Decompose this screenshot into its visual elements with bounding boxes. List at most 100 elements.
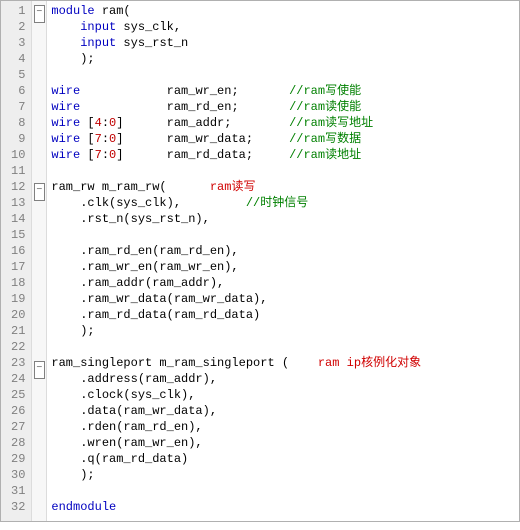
- code-line[interactable]: [51, 339, 519, 355]
- line-number: 29: [11, 451, 25, 467]
- code-line[interactable]: wire [7:0] ram_rd_data; //ram读地址: [51, 147, 519, 163]
- line-number: 2: [11, 19, 25, 35]
- code-line[interactable]: [51, 67, 519, 83]
- code-line[interactable]: .data(ram_wr_data),: [51, 403, 519, 419]
- fold-cell[interactable]: −: [32, 183, 46, 199]
- line-number: 10: [11, 147, 25, 163]
- code-line[interactable]: input sys_clk,: [51, 19, 519, 35]
- line-number: 30: [11, 467, 25, 483]
- text-token: );: [51, 468, 94, 482]
- line-number: 5: [11, 67, 25, 83]
- code-line[interactable]: .rden(ram_rd_en),: [51, 419, 519, 435]
- text-token: ] ram_wr_data;: [116, 132, 289, 146]
- keyword-token: wire: [51, 132, 80, 146]
- text-token: .clk(sys_clk),: [51, 196, 245, 210]
- code-line[interactable]: [51, 227, 519, 243]
- line-number: 4: [11, 51, 25, 67]
- code-line[interactable]: .rst_n(sys_rst_n),: [51, 211, 519, 227]
- fold-cell: [32, 101, 46, 117]
- code-line[interactable]: [51, 483, 519, 499]
- fold-cell: [32, 489, 46, 505]
- line-number: 11: [11, 163, 25, 179]
- code-line[interactable]: ram_singleport m_ram_singleport ( ram ip…: [51, 355, 519, 371]
- code-line[interactable]: wire ram_wr_en; //ram写使能: [51, 83, 519, 99]
- text-token: );: [51, 52, 94, 66]
- line-number-gutter: 1234567891011121314151617181920212223242…: [1, 1, 32, 521]
- line-number: 18: [11, 275, 25, 291]
- code-line[interactable]: .clk(sys_clk), //时钟信号: [51, 195, 519, 211]
- text-token: .data(ram_wr_data),: [51, 404, 217, 418]
- fold-cell: [32, 247, 46, 263]
- fold-cell: [32, 149, 46, 165]
- code-line[interactable]: .ram_addr(ram_addr),: [51, 275, 519, 291]
- fold-cell: [32, 199, 46, 215]
- code-line[interactable]: .ram_wr_data(ram_wr_data),: [51, 291, 519, 307]
- fold-cell: [32, 425, 46, 441]
- text-token: .ram_wr_en(ram_wr_en),: [51, 260, 238, 274]
- code-line[interactable]: .q(ram_rd_data): [51, 451, 519, 467]
- code-line[interactable]: .ram_wr_en(ram_wr_en),: [51, 259, 519, 275]
- code-line[interactable]: wire ram_rd_en; //ram读使能: [51, 99, 519, 115]
- fold-cell: [32, 279, 46, 295]
- text-token: [: [80, 132, 94, 146]
- text-token: .wren(ram_wr_en),: [51, 436, 202, 450]
- line-number: 1: [11, 3, 25, 19]
- text-token: .address(ram_addr),: [51, 372, 217, 386]
- fold-cell: [32, 457, 46, 473]
- fold-cell: [32, 295, 46, 311]
- code-line[interactable]: .ram_rd_en(ram_rd_en),: [51, 243, 519, 259]
- line-number: 20: [11, 307, 25, 323]
- comment-token: //ram读地址: [289, 148, 361, 162]
- number-token: 7: [95, 132, 102, 146]
- text-token: [51, 36, 80, 50]
- text-token: :: [102, 116, 109, 130]
- code-line[interactable]: input sys_rst_n: [51, 35, 519, 51]
- comment-token: //ram读写地址: [289, 116, 373, 130]
- annotation-text: ram读写: [210, 180, 256, 194]
- line-number: 27: [11, 419, 25, 435]
- keyword-token: wire: [51, 116, 80, 130]
- fold-cell: [32, 53, 46, 69]
- keyword-token: wire: [51, 100, 80, 114]
- line-number: 31: [11, 483, 25, 499]
- fold-cell: [32, 231, 46, 247]
- fold-cell: [32, 441, 46, 457]
- text-token: ] ram_rd_data;: [116, 148, 289, 162]
- text-token: ram(: [95, 4, 131, 18]
- line-number: 22: [11, 339, 25, 355]
- fold-cell: [32, 409, 46, 425]
- code-line[interactable]: module ram(: [51, 3, 519, 19]
- line-number: 12: [11, 179, 25, 195]
- line-number: 17: [11, 259, 25, 275]
- fold-cell[interactable]: −: [32, 5, 46, 21]
- comment-token: //ram写使能: [289, 84, 361, 98]
- code-line[interactable]: ram_rw m_ram_rw( ram读写: [51, 179, 519, 195]
- line-number: 3: [11, 35, 25, 51]
- fold-cell[interactable]: −: [32, 361, 46, 377]
- text-token: ] ram_addr;: [116, 116, 289, 130]
- code-line[interactable]: .wren(ram_wr_en),: [51, 435, 519, 451]
- code-line[interactable]: );: [51, 467, 519, 483]
- code-line[interactable]: wire [7:0] ram_wr_data; //ram写数据: [51, 131, 519, 147]
- code-line[interactable]: wire [4:0] ram_addr; //ram读写地址: [51, 115, 519, 131]
- code-line[interactable]: endmodule: [51, 499, 519, 515]
- code-line[interactable]: .clock(sys_clk),: [51, 387, 519, 403]
- text-token: ram_singleport m_ram_singleport (: [51, 356, 317, 370]
- line-number: 15: [11, 227, 25, 243]
- code-line[interactable]: [51, 163, 519, 179]
- line-number: 13: [11, 195, 25, 211]
- fold-cell: [32, 21, 46, 37]
- comment-token: //时钟信号: [246, 196, 308, 210]
- code-line[interactable]: );: [51, 323, 519, 339]
- keyword-token: input: [80, 20, 116, 34]
- code-line[interactable]: .address(ram_addr),: [51, 371, 519, 387]
- line-number: 6: [11, 83, 25, 99]
- code-line[interactable]: .ram_rd_data(ram_rd_data): [51, 307, 519, 323]
- keyword-token: wire: [51, 148, 80, 162]
- fold-cell: [32, 133, 46, 149]
- code-editor[interactable]: 1234567891011121314151617181920212223242…: [0, 0, 520, 522]
- code-area[interactable]: module ram( input sys_clk, input sys_rst…: [47, 1, 519, 521]
- code-line[interactable]: );: [51, 51, 519, 67]
- fold-cell: [32, 377, 46, 393]
- text-token: .rden(ram_rd_en),: [51, 420, 202, 434]
